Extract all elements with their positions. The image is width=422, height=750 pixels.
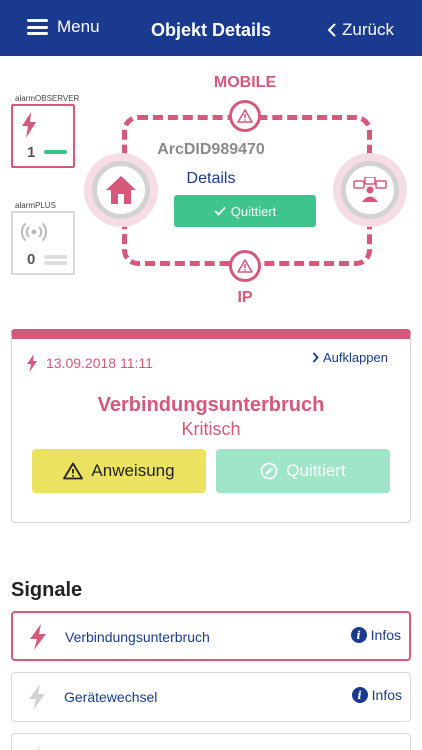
lightning-icon [30,624,46,650]
details-link[interactable]: Details [0,170,422,188]
back-button[interactable]: Zurück [327,20,394,40]
station-node[interactable] [333,153,407,227]
quittiert-status-badge: Quittiert [174,195,316,227]
expand-label: Aufklappen [322,350,388,365]
status-bar [44,255,67,259]
signal-label: Verbindungsunterbruch [65,629,210,645]
alarm-date: 13.09.2018 11:11 [46,355,153,371]
lightning-icon [36,745,40,750]
quittiert-label: Quittiert [230,203,277,219]
lightning-icon [29,684,45,710]
lightning-icon [27,354,37,372]
connection-label-mobile: MOBILE [213,74,277,91]
warning-icon [229,100,261,132]
hamburger-icon [27,19,48,35]
back-label: Zurück [342,20,394,39]
chevron-left-icon [327,23,336,37]
check-icon [214,206,226,216]
object-node[interactable] [84,153,158,227]
menu-button[interactable]: Menu [27,17,100,37]
no-bell-icon [260,462,278,480]
lightning-icon [22,112,36,138]
menu-label: Menu [57,17,100,36]
arc-id: ArcDID989470 [157,141,265,158]
signals-title: Signale [11,579,83,601]
alarm-severity: Kritisch [181,419,241,439]
side-panel-label-plus: alarmPLUS [15,201,56,210]
side-panel-plus[interactable]: 0 [11,211,75,275]
info-icon: i [350,627,367,643]
signal-row[interactable]: Gerätewechsel i Infos [11,672,411,722]
side-panel-label-observer: alarmOBSERVER [15,94,80,103]
alarm-card: 13.09.2018 11:11 Aufklappen Verbindungsu… [11,329,411,523]
acknowledge-button[interactable]: Quittiert [216,449,390,493]
alarm-title: Verbindungsunterbruch [97,394,325,416]
warning-icon [229,250,261,282]
instruction-label: Anweisung [91,461,175,480]
instruction-button[interactable]: Anweisung [32,449,206,493]
info-icon: i [351,687,368,703]
status-bar [44,261,67,265]
connection-label-ip: IP [237,289,253,306]
signal-info-button[interactable]: i Infos [350,627,401,643]
signal-info-label: Infos [371,687,402,703]
wireless-icon [21,222,47,242]
chevron-right-icon [312,352,319,363]
acknowledge-label: Quittiert [286,461,346,480]
warning-icon [63,462,84,480]
expand-button[interactable]: Aufklappen [312,350,388,365]
signal-info-label: Infos [370,627,401,643]
signal-row[interactable] [11,733,411,750]
signal-label: Gerätewechsel [64,689,158,705]
app-header: Menu Objekt Details Zurück [0,0,422,56]
alarm-date-row: 13.09.2018 11:11 [26,354,153,372]
signal-info-button[interactable]: i Infos [351,687,402,703]
signal-row[interactable]: Verbindungsunterbruch i Infos [11,611,411,661]
side-panel-count: 0 [27,251,36,268]
